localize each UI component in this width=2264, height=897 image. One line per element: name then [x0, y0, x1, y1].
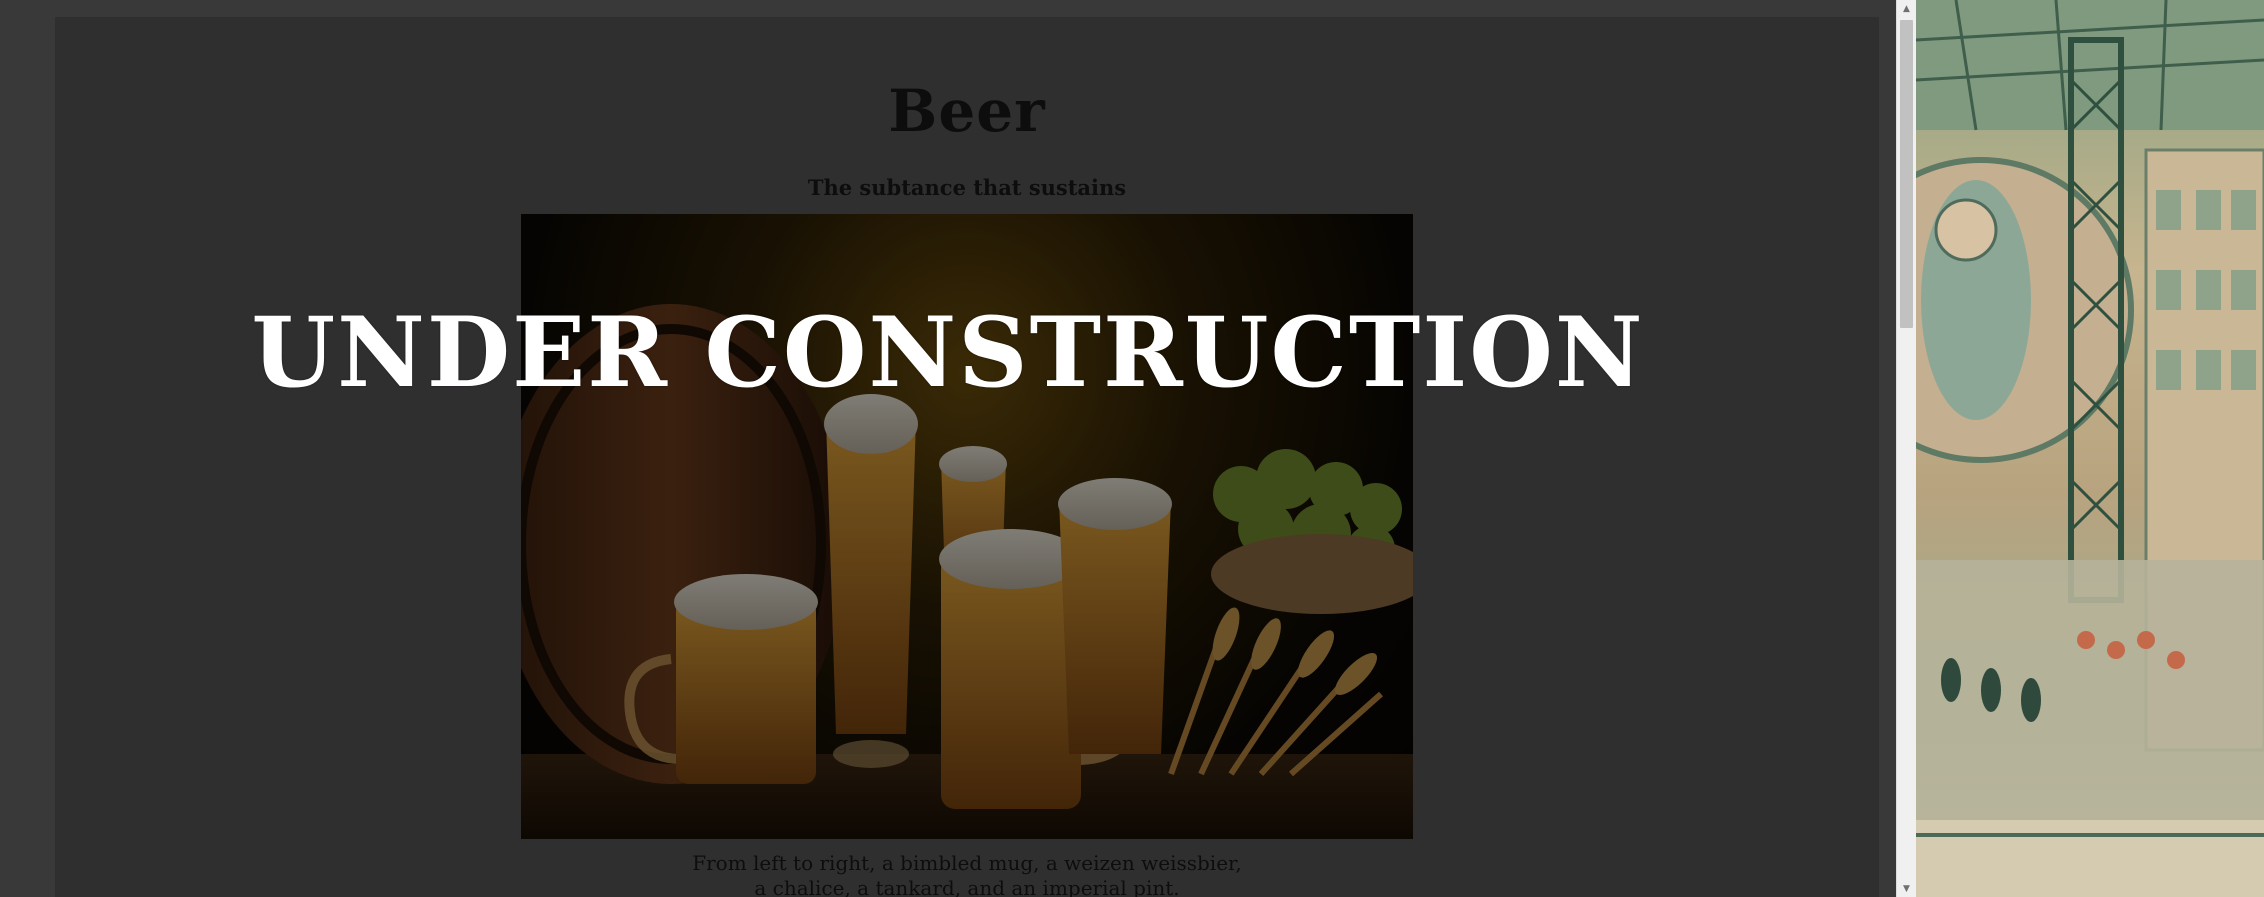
side-illustration-image: [1916, 0, 2264, 897]
image-caption: From left to right, a bimbled mug, a wei…: [55, 851, 1879, 897]
page-content-card: Beer The subtance that sustains From lef…: [55, 17, 1879, 897]
caption-line-2: a chalice, a tankard, and an imperial pi…: [754, 876, 1180, 897]
browser-viewport: Beer The subtance that sustains From lef…: [0, 0, 1896, 897]
vertical-scrollbar[interactable]: ▲ ▼: [1896, 0, 1916, 897]
scrollbar-thumb[interactable]: [1900, 20, 1913, 328]
page-title: Beer: [888, 77, 1046, 145]
caption-line-1: From left to right, a bimbled mug, a wei…: [692, 851, 1242, 875]
scroll-up-arrow-icon[interactable]: ▲: [1897, 0, 1916, 17]
page-subtitle: The subtance that sustains: [807, 175, 1127, 200]
under-construction-banner: UNDER CONSTRUCTION: [251, 296, 1645, 409]
cityscape-illustration: [1916, 0, 2264, 897]
scroll-down-arrow-icon[interactable]: ▼: [1897, 880, 1916, 897]
